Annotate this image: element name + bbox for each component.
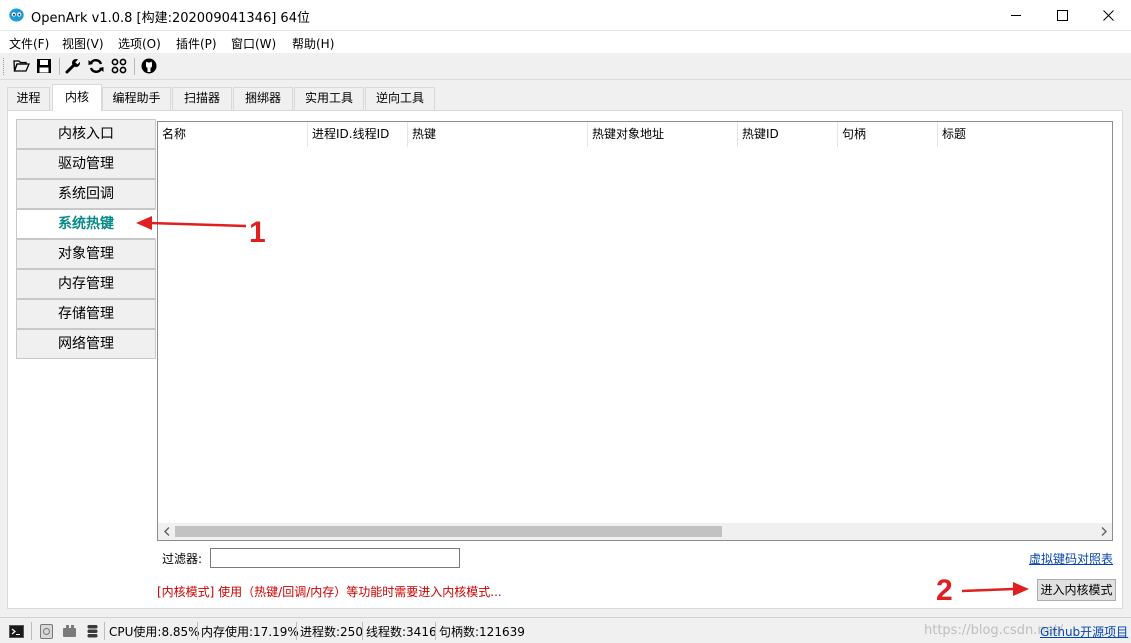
cpu-usage: CPU使用:8.85% — [109, 625, 200, 639]
sidebar-item-kernel-entry[interactable]: 内核入口 — [16, 119, 156, 149]
github-project-link[interactable]: Github开源项目 — [1040, 623, 1128, 640]
column-header-hotkey-id[interactable]: 热键ID — [738, 122, 838, 147]
annotation-number-2: 2 — [936, 574, 953, 607]
menu-help[interactable]: 帮助(H) — [292, 35, 334, 52]
grid-icon[interactable] — [110, 57, 128, 75]
tab-coding-assistant[interactable]: 编程助手 — [102, 87, 171, 110]
filter-input[interactable] — [210, 548, 460, 568]
kernel-mode-notice: [内核模式] 使用（热键/回调/内存）等功能时需要进入内核模式... — [157, 585, 502, 599]
tab-kernel[interactable]: 内核 — [52, 84, 102, 111]
column-header-handle[interactable]: 句柄 — [838, 122, 938, 147]
menu-file[interactable]: 文件(F) — [9, 35, 49, 52]
annotation-number-1: 1 — [249, 216, 266, 249]
status-bar: CPU使用:8.85% 内存使用:17.19% 进程数:250 线程数:3416… — [0, 617, 1131, 643]
scroll-right-icon[interactable] — [1095, 524, 1112, 539]
sidebar-item-network-manager[interactable]: 网络管理 — [16, 329, 156, 359]
sidebar-item-driver-manager[interactable]: 驱动管理 — [16, 149, 156, 179]
menu-plugins[interactable]: 插件(P) — [176, 35, 217, 52]
sidebar-item-system-callbacks[interactable]: 系统回调 — [16, 179, 156, 209]
status-separator — [296, 622, 297, 640]
handle-count: 句柄数:121639 — [439, 625, 525, 639]
window-title: OpenArk v1.0.8 [构建:202009041346] 64位 — [31, 11, 310, 26]
column-header-name[interactable]: 名称 — [158, 122, 308, 147]
menu-view[interactable]: 视图(V) — [62, 35, 104, 52]
filter-label: 过滤器: — [162, 552, 203, 566]
menu-options[interactable]: 选项(O) — [118, 35, 161, 52]
status-separator — [31, 622, 32, 640]
sidebar-item-memory-manager[interactable]: 内存管理 — [16, 269, 156, 299]
tab-scanner[interactable]: 扫描器 — [172, 87, 232, 110]
column-header-title[interactable]: 标题 — [938, 122, 1112, 147]
column-header-pid-tid[interactable]: 进程ID.线程ID — [308, 122, 408, 147]
toolbar-grip — [3, 58, 5, 75]
memory-usage: 内存使用:17.19% — [201, 625, 299, 639]
tab-process[interactable]: 进程 — [7, 87, 50, 110]
github-icon[interactable] — [140, 57, 158, 75]
status-separator — [104, 622, 105, 640]
horizontal-scrollbar[interactable] — [158, 523, 1112, 540]
process-count: 进程数:250 — [300, 625, 363, 639]
status-separator — [435, 622, 436, 640]
main-tab-bar: 进程 内核 编程助手 扫描器 捆绑器 实用工具 逆向工具 — [0, 80, 1131, 111]
tab-reverse-tools[interactable]: 逆向工具 — [365, 87, 435, 110]
openark-logo-icon — [9, 8, 24, 22]
sidebar-item-object-manager[interactable]: 对象管理 — [16, 239, 156, 269]
toolbar — [0, 53, 1131, 80]
wrench-icon[interactable] — [64, 57, 82, 75]
title-bar: OpenArk v1.0.8 [构建:202009041346] 64位 — [0, 0, 1131, 31]
refresh-icon[interactable] — [87, 57, 105, 75]
hotkey-table[interactable]: 名称 进程ID.线程ID 热键 热键对象地址 热键ID 句柄 标题 — [157, 121, 1113, 541]
disk-icon[interactable] — [38, 623, 54, 639]
menu-window[interactable]: 窗口(W) — [231, 35, 276, 52]
enter-kernel-mode-button[interactable]: 进入内核模式 — [1037, 579, 1116, 601]
toolbar-separator — [59, 58, 60, 75]
thread-count: 线程数:3416 — [366, 625, 437, 639]
maximize-button[interactable] — [1039, 0, 1085, 31]
scroll-left-icon[interactable] — [158, 524, 175, 539]
sidebar-item-system-hotkeys[interactable]: 系统热键 — [16, 209, 156, 239]
minimize-button[interactable] — [993, 0, 1039, 31]
column-header-hotkey[interactable]: 热键 — [408, 122, 588, 147]
status-separator — [197, 622, 198, 640]
close-button[interactable] — [1085, 0, 1131, 31]
save-icon[interactable] — [35, 57, 53, 75]
sidebar-item-storage-manager[interactable]: 存储管理 — [16, 299, 156, 329]
status-separator — [362, 622, 363, 640]
menu-bar: 文件(F) 视图(V) 选项(O) 插件(P) 窗口(W) 帮助(H) — [0, 31, 1131, 53]
open-folder-icon[interactable] — [12, 57, 30, 75]
scrollbar-thumb[interactable] — [175, 526, 722, 537]
console-icon[interactable] — [8, 623, 24, 639]
column-header-hotkey-object-address[interactable]: 热键对象地址 — [588, 122, 738, 147]
tab-bundler[interactable]: 捆绑器 — [233, 87, 293, 110]
plugin-icon[interactable] — [61, 623, 77, 639]
tab-utilities[interactable]: 实用工具 — [294, 87, 364, 110]
toolbar-separator — [134, 58, 135, 75]
database-icon[interactable] — [84, 623, 100, 639]
virtual-keycode-table-link[interactable]: 虚拟键码对照表 — [1029, 550, 1113, 567]
